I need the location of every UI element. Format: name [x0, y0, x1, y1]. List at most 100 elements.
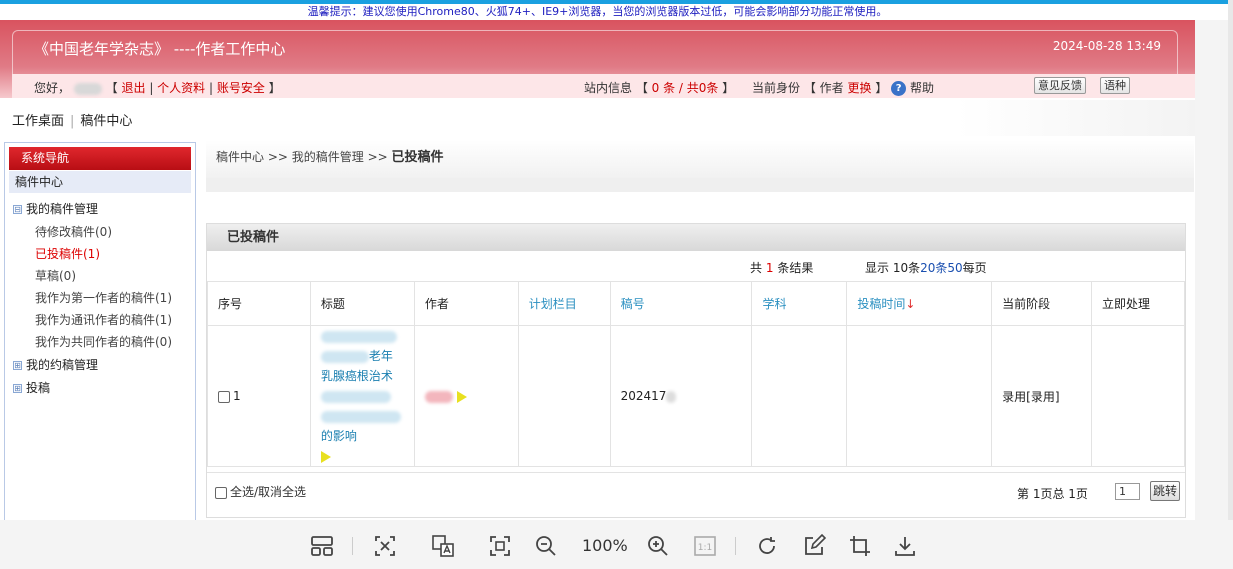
select-all[interactable]: 全选/取消全选: [215, 483, 306, 500]
username-redacted: [73, 82, 102, 95]
manuscript-table: 序号 标题 作者 计划栏目 稿号 学科 投稿时间↓ 当前阶段 立即处理 1 老年…: [207, 281, 1185, 467]
user-links: 您好， 【 退出 | 个人资料 | 账号安全 】: [34, 81, 281, 95]
help-icon[interactable]: ?: [891, 81, 907, 96]
sidebar-group-my-manuscripts[interactable]: ⊟ 我的稿件管理: [13, 200, 98, 217]
cell-subject: [751, 325, 848, 467]
feedback-button[interactable]: 意见反馈: [1034, 77, 1086, 94]
page-number-input[interactable]: 1: [1115, 483, 1140, 500]
crumb-my-manuscripts[interactable]: 我的稿件管理: [292, 150, 364, 164]
cell-index: 1: [207, 325, 311, 467]
panel-title: 已投稿件: [207, 224, 1185, 251]
col-manuscript-no[interactable]: 稿号: [609, 281, 753, 326]
cell-action: [1091, 325, 1185, 467]
browser-notice: 温馨提示：建议您使用Chrome80、火狐74+、IE9+浏览器，当您的浏览器版…: [307, 5, 888, 18]
help-link[interactable]: 帮助: [910, 81, 934, 95]
translate-icon[interactable]: [431, 534, 455, 558]
results-count: 1: [765, 261, 774, 275]
sidebar-group-submit[interactable]: ⊞ 投稿: [13, 379, 50, 396]
table-row: 1 老年 乳腺癌根治术 的影响 202417 录用[录用]: [207, 325, 1185, 467]
sidebar-group-label: 投稿: [26, 381, 51, 395]
per-page-20[interactable]: 20条: [920, 261, 947, 275]
col-index: 序号: [207, 281, 311, 326]
sidebar-section[interactable]: 稿件中心: [9, 171, 191, 193]
sidebar-item-co-author[interactable]: 我作为共同作者的稿件(0): [35, 333, 172, 350]
download-icon[interactable]: [893, 534, 917, 558]
cell-title: 老年 乳腺癌根治术 的影响: [309, 325, 415, 467]
role-switch-link[interactable]: 更换: [848, 81, 872, 95]
table-footer: 全选/取消全选 第 1页总 1页 1 跳转: [207, 472, 1185, 512]
toolbar-separator: [352, 537, 353, 555]
col-stage: 当前阶段: [991, 281, 1093, 326]
select-all-label: 全选/取消全选: [230, 485, 307, 499]
sidebar-item-first-author[interactable]: 我作为第一作者的稿件(1): [35, 289, 172, 306]
zoom-out-icon[interactable]: [534, 534, 558, 558]
crumb-band: [0, 100, 1195, 136]
col-action: 立即处理: [1091, 281, 1185, 326]
per-page-50[interactable]: 50: [947, 261, 962, 275]
cell-manuscript-no: 202417: [609, 325, 753, 467]
pointer-icon: [456, 390, 467, 403]
workdesk-link[interactable]: 工作桌面: [12, 114, 64, 129]
results-total: 共 1 条结果: [750, 259, 813, 276]
app-title: 《中国老年学杂志》 ----作者工作中心: [34, 40, 286, 58]
sidebar-group-label: 我的约稿管理: [26, 358, 99, 372]
sidebar-item-pending-revision[interactable]: 待修改稿件(0): [35, 223, 112, 240]
layout-icon[interactable]: [310, 534, 334, 558]
title-fragment: 的影响: [320, 429, 357, 443]
jump-button[interactable]: 跳转: [1150, 481, 1181, 501]
sidebar-heading: 系统导航: [9, 147, 191, 170]
number-redacted: [666, 390, 677, 403]
zoom-in-icon[interactable]: [646, 534, 670, 558]
results-suffix: 条结果: [777, 261, 814, 275]
messages-label: 站内信息: [584, 81, 633, 95]
messages-count-link[interactable]: 0 条 / 共0条: [652, 81, 719, 95]
sidebar-item-corresponding-author[interactable]: 我作为通讯作者的稿件(1): [35, 311, 172, 328]
row-checkbox[interactable]: [218, 390, 230, 403]
manuscript-center-link[interactable]: 稿件中心: [80, 114, 132, 129]
submitted-panel: 已投稿件 共 1 条结果 显示 10条20条50每页 序号 标题 作者 计划栏目…: [206, 223, 1186, 518]
results-bar: 共 1 条结果 显示 10条20条50每页: [207, 251, 1185, 281]
pointer-icon: [320, 450, 331, 463]
logout-link[interactable]: 退出: [121, 81, 145, 95]
content-band: [206, 178, 1194, 192]
sidebar-item-submitted[interactable]: 已投稿件(1): [35, 245, 100, 262]
sidebar-group-solicited[interactable]: ⊞ 我的约稿管理: [13, 356, 98, 373]
header-datetime: 2024-08-28 13:49: [1052, 39, 1161, 53]
crumb-manuscript-center[interactable]: 稿件中心: [216, 150, 264, 164]
zoom-level: 100%: [582, 536, 628, 555]
viewer-toolbar: 100% 1:1: [0, 520, 1233, 569]
rotate-icon[interactable]: [755, 534, 779, 558]
per-page-options: 显示 10条20条50每页: [865, 259, 987, 276]
cell-submit-time: [846, 325, 993, 467]
per-page-suffix: 每页: [962, 261, 987, 275]
expand-icon[interactable]: ⊞: [13, 361, 22, 370]
col-submit-time[interactable]: 投稿时间↓: [846, 281, 993, 326]
col-planned-section[interactable]: 计划栏目: [517, 281, 611, 326]
language-button[interactable]: 语种: [1100, 77, 1130, 94]
edit-icon[interactable]: [802, 534, 826, 558]
top-breadcrumb: 工作桌面 | 稿件中心: [12, 114, 133, 129]
collapse-icon[interactable]: ⊟: [13, 205, 22, 214]
per-page-10[interactable]: 显示 10条: [865, 261, 920, 275]
sidebar-item-drafts[interactable]: 草稿(0): [35, 267, 76, 284]
expand-icon[interactable]: ⊞: [13, 384, 22, 393]
profile-link[interactable]: 个人资料: [157, 81, 205, 95]
crumb-current: 已投稿件: [391, 150, 444, 165]
fullscreen-icon[interactable]: [488, 534, 512, 558]
actual-size-icon[interactable]: 1:1: [693, 534, 717, 558]
cell-planned-section: [517, 325, 611, 467]
col-author: 作者: [413, 281, 519, 326]
fit-icon[interactable]: [373, 534, 397, 558]
messages-info: 站内信息 【 0 条 / 共0条 】: [584, 81, 735, 95]
col-subject[interactable]: 学科: [751, 281, 848, 326]
right-gutter: [1195, 20, 1228, 520]
col-title: 标题: [309, 281, 415, 326]
row-index: 1: [233, 389, 241, 403]
title-redacted: [320, 330, 397, 343]
pager-text: 第 1页总 1页: [1017, 487, 1088, 501]
crop-icon[interactable]: [848, 534, 872, 558]
account-security-link[interactable]: 账号安全: [217, 81, 265, 95]
manuscript-title-link[interactable]: 老年 乳腺癌根治术 的影响: [320, 326, 414, 466]
select-all-checkbox[interactable]: [215, 486, 227, 499]
vertical-scrollbar[interactable]: [1228, 0, 1233, 520]
